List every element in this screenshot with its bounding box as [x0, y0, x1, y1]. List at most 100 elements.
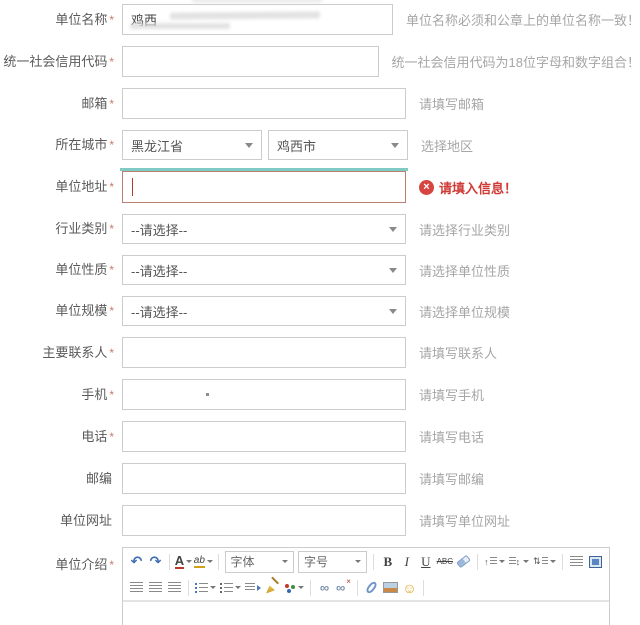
nature-hint: 请选择单位性质	[419, 261, 510, 280]
indent-button[interactable]	[243, 577, 263, 598]
text-cursor	[132, 178, 133, 196]
required-asterisk: *	[109, 222, 114, 236]
chevron-down-icon	[245, 143, 253, 148]
first-line-indent-button[interactable]	[567, 551, 586, 572]
province-value: 黑龙江省	[131, 136, 183, 155]
scale-select[interactable]: --请选择--	[122, 296, 406, 326]
address-input[interactable]	[122, 171, 406, 203]
censor-dot	[206, 393, 209, 396]
postcode-hint: 请填写邮编	[419, 469, 484, 488]
ordered-list-icon	[195, 583, 208, 593]
required-asterisk: *	[109, 304, 114, 318]
indent-arrow-icon	[257, 585, 261, 591]
font-family-select[interactable]: 字体	[225, 551, 294, 573]
website-input[interactable]	[122, 505, 406, 536]
row-nature: 单位性质* --请选择-- 请选择单位性质	[0, 255, 640, 285]
paragraph-spacing-before-button[interactable]: ↑	[482, 551, 506, 572]
row-website: 单位网址 请填写单位网址	[0, 505, 640, 536]
province-select[interactable]: 黑龙江省	[122, 130, 262, 160]
chevron-down-icon	[499, 560, 505, 563]
font-family-value: 字体	[231, 553, 255, 570]
nature-label: 单位性质*	[0, 262, 114, 278]
editor-toolbar-row2: ∞ ∞× ☺	[123, 575, 609, 602]
contact-input[interactable]	[122, 337, 406, 368]
introduction-label: 单位介绍*	[0, 547, 114, 573]
bold-button[interactable]: B	[378, 551, 397, 572]
industry-hint: 请选择行业类别	[419, 220, 510, 239]
city-select[interactable]: 鸡西市	[268, 130, 408, 160]
chevron-down-icon	[355, 560, 361, 563]
align-center-button[interactable]	[127, 577, 146, 598]
censor-blur	[130, 23, 230, 29]
paragraph-spacing-after-button[interactable]: ↕	[507, 551, 531, 572]
postcode-label: 邮编	[0, 471, 114, 487]
toolbar-separator	[477, 554, 478, 570]
editor-content-area[interactable]	[123, 602, 609, 625]
toolbar-separator	[218, 554, 219, 570]
insert-image-button[interactable]	[381, 577, 400, 598]
font-size-value: 字号	[304, 553, 328, 570]
chevron-down-icon	[282, 560, 288, 563]
lines-icon	[542, 557, 549, 566]
underline-button[interactable]: U	[416, 551, 435, 572]
mobile-input[interactable]	[122, 379, 406, 410]
row-city: 所在城市* 黑龙江省 鸡西市 选择地区	[0, 130, 640, 160]
industry-value: --请选择--	[131, 220, 187, 239]
align-right-button[interactable]	[146, 577, 165, 598]
ordered-list-button[interactable]	[193, 577, 218, 598]
error-icon: ×	[419, 180, 434, 195]
font-color-button[interactable]: A	[174, 551, 193, 572]
email-input[interactable]	[122, 88, 406, 119]
italic-button[interactable]: I	[397, 551, 416, 572]
styles-palette-button[interactable]	[282, 577, 306, 598]
credit-code-label: 统一社会信用代码*	[0, 54, 114, 70]
industry-select[interactable]: --请选择--	[122, 214, 406, 244]
credit-code-input[interactable]	[122, 46, 379, 77]
redo-button[interactable]: ↷	[146, 551, 165, 572]
chevron-down-icon	[391, 143, 399, 148]
required-asterisk: *	[109, 55, 114, 69]
palette-icon	[284, 583, 296, 593]
phone-input[interactable]	[122, 421, 406, 452]
industry-label: 行业类别*	[0, 221, 114, 237]
align-justify-button[interactable]	[165, 577, 184, 598]
format-brush-button[interactable]	[263, 577, 282, 598]
strikethrough-button[interactable]: ABC	[435, 551, 454, 572]
address-error: × 请填入信息！	[419, 178, 517, 197]
nature-select[interactable]: --请选择--	[122, 255, 406, 285]
undo-button[interactable]: ↶	[127, 551, 146, 572]
toolbar-separator	[188, 580, 189, 596]
lines-icon	[245, 583, 255, 592]
row-credit-code: 统一社会信用代码* 统一社会信用代码为18位字母和数字组合！	[0, 46, 640, 77]
font-size-select[interactable]: 字号	[298, 551, 367, 573]
remove-format-button[interactable]	[454, 551, 473, 572]
insert-link-button[interactable]: ∞	[315, 577, 334, 598]
editor-toolbar-row1: ↶ ↷ A ab 字体 字号 B I U ABC ↑ ↕ ⇅	[123, 548, 609, 575]
emoticon-button[interactable]: ☺	[400, 577, 419, 598]
chevron-down-icon	[207, 560, 213, 563]
attachment-button[interactable]	[362, 577, 381, 598]
align-center-icon	[130, 582, 143, 593]
unordered-list-button[interactable]	[218, 577, 243, 598]
chevron-down-icon	[235, 586, 241, 589]
fullscreen-button[interactable]	[586, 551, 605, 572]
censor-blur	[170, 11, 320, 19]
remove-link-button[interactable]: ∞×	[334, 577, 353, 598]
city-value: 鸡西市	[277, 136, 316, 155]
unit-name-input[interactable]	[122, 4, 393, 35]
required-asterisk: *	[109, 13, 114, 27]
row-phone: 电话* 请填写电话	[0, 421, 640, 452]
toolbar-separator	[423, 580, 424, 596]
chevron-down-icon	[523, 560, 529, 563]
toolbar-separator	[169, 554, 170, 570]
broom-icon	[266, 582, 279, 594]
postcode-input[interactable]	[122, 463, 406, 494]
required-asterisk: *	[109, 138, 114, 152]
highlight-color-button[interactable]: ab	[193, 551, 214, 572]
line-height-button[interactable]: ⇅	[531, 551, 558, 572]
highlight-color-icon: ab	[194, 555, 205, 568]
mobile-label: 手机*	[0, 387, 114, 403]
font-color-icon: A	[175, 554, 184, 569]
required-asterisk: *	[109, 558, 114, 572]
row-scale: 单位规模* --请选择-- 请选择单位规模	[0, 296, 640, 326]
